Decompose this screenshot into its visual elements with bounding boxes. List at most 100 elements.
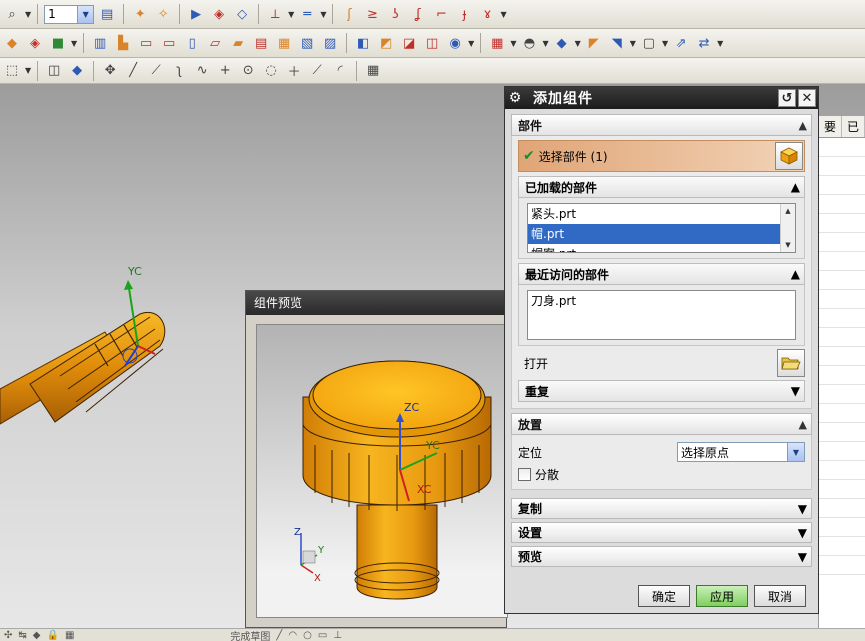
chevron-down-icon[interactable]: ▼: [798, 526, 807, 540]
select-part-button[interactable]: [775, 142, 803, 170]
chevron-down-icon[interactable]: ▼: [798, 502, 807, 516]
fillet-icon[interactable]: ◜: [330, 61, 350, 81]
loaded-parts-header[interactable]: 已加载的部件 ▲: [518, 176, 805, 198]
gear-icon[interactable]: ⚙: [505, 90, 525, 106]
feature-3-icon[interactable]: ■: [48, 33, 68, 53]
filter-2-icon[interactable]: ◇: [232, 4, 252, 24]
sketch-rect-icon[interactable]: ▭: [318, 630, 327, 641]
feature-2-icon[interactable]: ◈: [25, 33, 45, 53]
line-2-icon[interactable]: ⟋: [146, 61, 166, 81]
book-icon[interactable]: ▥: [90, 33, 110, 53]
assembly-2-icon[interactable]: ⇄: [694, 33, 714, 53]
chevron-down-icon[interactable]: ▼: [787, 443, 804, 461]
move-icon[interactable]: ↹: [18, 630, 26, 641]
curve-3-icon[interactable]: ʖ: [385, 4, 405, 24]
sketch-constraint-icon[interactable]: ⊥: [333, 630, 342, 641]
chevron-up-icon[interactable]: ▲: [799, 119, 807, 132]
sketch-circle-icon[interactable]: ○: [303, 630, 312, 641]
copy-section-header[interactable]: 复制 ▼: [511, 498, 812, 519]
position-select[interactable]: 选择原点 ▼: [677, 442, 805, 462]
select-arrow-icon[interactable]: ▶: [186, 4, 206, 24]
part-section-header[interactable]: 部件 ▲: [511, 114, 812, 136]
scroll-down-icon[interactable]: ▼: [785, 241, 790, 249]
scatter-checkbox[interactable]: [518, 467, 531, 481]
cut-icon[interactable]: ▙: [113, 33, 133, 53]
corner-icon[interactable]: ⌐: [431, 4, 451, 24]
grid-icon[interactable]: ▦: [65, 630, 74, 641]
recent-parts-list[interactable]: 刀身.prt: [527, 290, 796, 340]
chevron-down-icon[interactable]: ▼: [798, 550, 807, 564]
assembly-icon[interactable]: ◆: [33, 630, 41, 641]
shaded-cube-icon[interactable]: ◆: [67, 61, 87, 81]
solid-icon[interactable]: ◧: [353, 33, 373, 53]
list-item[interactable]: 帽案.prt: [528, 244, 795, 252]
point-set-icon[interactable]: ✥: [100, 61, 120, 81]
selection-dropdown-icon[interactable]: ▼: [25, 66, 31, 75]
measure-dropdown-icon[interactable]: ▼: [288, 10, 294, 19]
box-8-icon[interactable]: ▧: [297, 33, 317, 53]
ruler-dropdown-icon[interactable]: ▼: [320, 10, 326, 19]
settings-section-header[interactable]: 设置 ▼: [511, 522, 812, 543]
box-5-icon[interactable]: ▰: [228, 33, 248, 53]
loaded-parts-list[interactable]: 紧头.prt 帽.prt 帽案.prt ▲▼: [527, 203, 796, 253]
transform-icon[interactable]: ✣: [4, 630, 12, 641]
filter-icon[interactable]: ◈: [209, 4, 229, 24]
curve-dropdown-icon[interactable]: ▼: [500, 10, 506, 19]
cube-dropdown-icon[interactable]: ▼: [575, 39, 581, 48]
work-layer-select[interactable]: 1 ▼: [44, 4, 95, 24]
preview-section-header[interactable]: 预览 ▼: [511, 546, 812, 567]
cube-icon[interactable]: ◆: [552, 33, 572, 53]
chevron-down-icon[interactable]: ▼: [77, 5, 94, 23]
solid-3-icon[interactable]: ◪: [399, 33, 419, 53]
box-9-icon[interactable]: ▨: [320, 33, 340, 53]
line-3-icon[interactable]: ⟋: [307, 61, 327, 81]
placement-section-header[interactable]: 放置 ▲: [511, 413, 812, 435]
sphere-icon[interactable]: ◉: [445, 33, 465, 53]
sketch-arc-icon[interactable]: ◠: [288, 630, 297, 641]
assembly-icon[interactable]: ⇗: [671, 33, 691, 53]
recent-parts-header[interactable]: 最近访问的部件 ▲: [518, 263, 805, 285]
paint-icon[interactable]: ◤: [584, 33, 604, 53]
table-icon[interactable]: ▦: [487, 33, 507, 53]
search-icon[interactable]: ⌕: [2, 4, 22, 24]
ruler-icon[interactable]: ═: [297, 4, 317, 24]
chevron-up-icon[interactable]: ▲: [799, 418, 807, 431]
search-dropdown-icon[interactable]: ▼: [25, 10, 31, 19]
column-header[interactable]: 要: [819, 116, 842, 137]
ok-button[interactable]: 确定: [638, 585, 690, 607]
reset-icon[interactable]: ↺: [778, 89, 796, 107]
chevron-up-icon[interactable]: ▲: [791, 180, 800, 194]
preview-canvas[interactable]: ZC YC XC Z Y X: [256, 324, 508, 618]
curve-6-icon[interactable]: ɤ: [477, 4, 497, 24]
snap-point-icon[interactable]: ✦: [130, 4, 150, 24]
scroll-up-icon[interactable]: ▲: [785, 207, 790, 215]
assembly-dropdown-icon[interactable]: ▼: [717, 39, 723, 48]
spline-icon[interactable]: ʅ: [169, 61, 189, 81]
curve-5-icon[interactable]: ɟ: [454, 4, 474, 24]
wave-icon[interactable]: ∿: [192, 61, 212, 81]
curve-2-icon[interactable]: ≥: [362, 4, 382, 24]
repeat-header[interactable]: 重复 ▼: [518, 380, 805, 402]
layer-settings-icon[interactable]: ▤: [97, 4, 117, 24]
view-cube-icon[interactable]: ◫: [44, 61, 64, 81]
finish-sketch-button[interactable]: 完成草图: [230, 629, 270, 641]
grid-icon[interactable]: ▦: [363, 61, 383, 81]
circle-target-icon[interactable]: ⊙: [238, 61, 258, 81]
apply-button[interactable]: 应用: [696, 585, 748, 607]
render-icon[interactable]: ◓: [519, 33, 539, 53]
box-6-icon[interactable]: ▤: [251, 33, 271, 53]
line-icon[interactable]: ╱: [123, 61, 143, 81]
chevron-up-icon[interactable]: ▲: [791, 267, 800, 281]
lock-icon[interactable]: 🔒: [46, 630, 58, 641]
frame-icon[interactable]: ▢: [639, 33, 659, 53]
close-icon[interactable]: ✕: [798, 89, 816, 107]
render-dropdown-icon[interactable]: ▼: [542, 39, 548, 48]
solid-dropdown-icon[interactable]: ▼: [468, 39, 474, 48]
feature-1-icon[interactable]: ◆: [2, 33, 22, 53]
solid-4-icon[interactable]: ◫: [422, 33, 442, 53]
box-icon[interactable]: ▭: [136, 33, 156, 53]
curve-4-icon[interactable]: ʆ: [408, 4, 428, 24]
chevron-down-icon[interactable]: ▼: [791, 384, 800, 398]
open-folder-button[interactable]: [777, 349, 805, 377]
cancel-button[interactable]: 取消: [754, 585, 806, 607]
